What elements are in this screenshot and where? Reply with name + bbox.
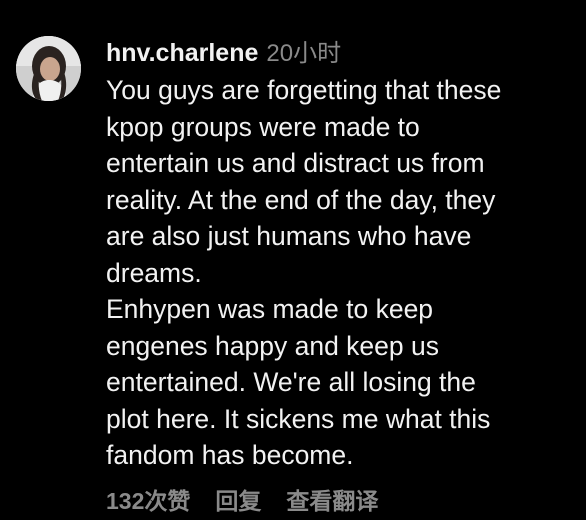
comment-text-line: entertained. We're all losing the xyxy=(106,367,476,397)
comment-text-line: entertain us and distract us from xyxy=(106,148,485,178)
like-count-button[interactable]: 132次赞 xyxy=(106,482,190,516)
comment-text-line: are also just humans who have xyxy=(106,221,472,251)
comment-body: hnv.charlene 20小时 You guys are forgettin… xyxy=(106,34,576,474)
comment-text-line: dreams. xyxy=(106,257,202,288)
comment-text-line: kpop groups were made to xyxy=(106,111,420,142)
reply-button[interactable]: 回复 xyxy=(215,482,261,516)
comment-text-line: You guys are forgetting that these xyxy=(106,75,502,105)
avatar-photo xyxy=(16,36,81,101)
comment-text-line: plot here. It sickens me what this xyxy=(106,403,491,434)
comment-text-line: fandom has become. xyxy=(106,440,354,470)
comment-text-line: reality. At the end of the day, they xyxy=(106,184,496,215)
comment-actions: 132次赞 回复 查看翻译 xyxy=(106,482,378,516)
comment-text: You guys are forgetting that these kpop … xyxy=(106,72,576,474)
comment: hnv.charlene 20小时 You guys are forgettin… xyxy=(0,0,586,520)
comment-text-line: engenes happy and keep us xyxy=(106,330,439,361)
comment-text-line: Enhypen was made to keep xyxy=(106,294,434,324)
comment-header: hnv.charlene 20小时 xyxy=(106,34,576,72)
avatar[interactable] xyxy=(16,36,81,101)
username[interactable]: hnv.charlene xyxy=(106,34,258,72)
timestamp: 20小时 xyxy=(266,40,342,67)
see-translation-button[interactable]: 查看翻译 xyxy=(286,482,378,516)
